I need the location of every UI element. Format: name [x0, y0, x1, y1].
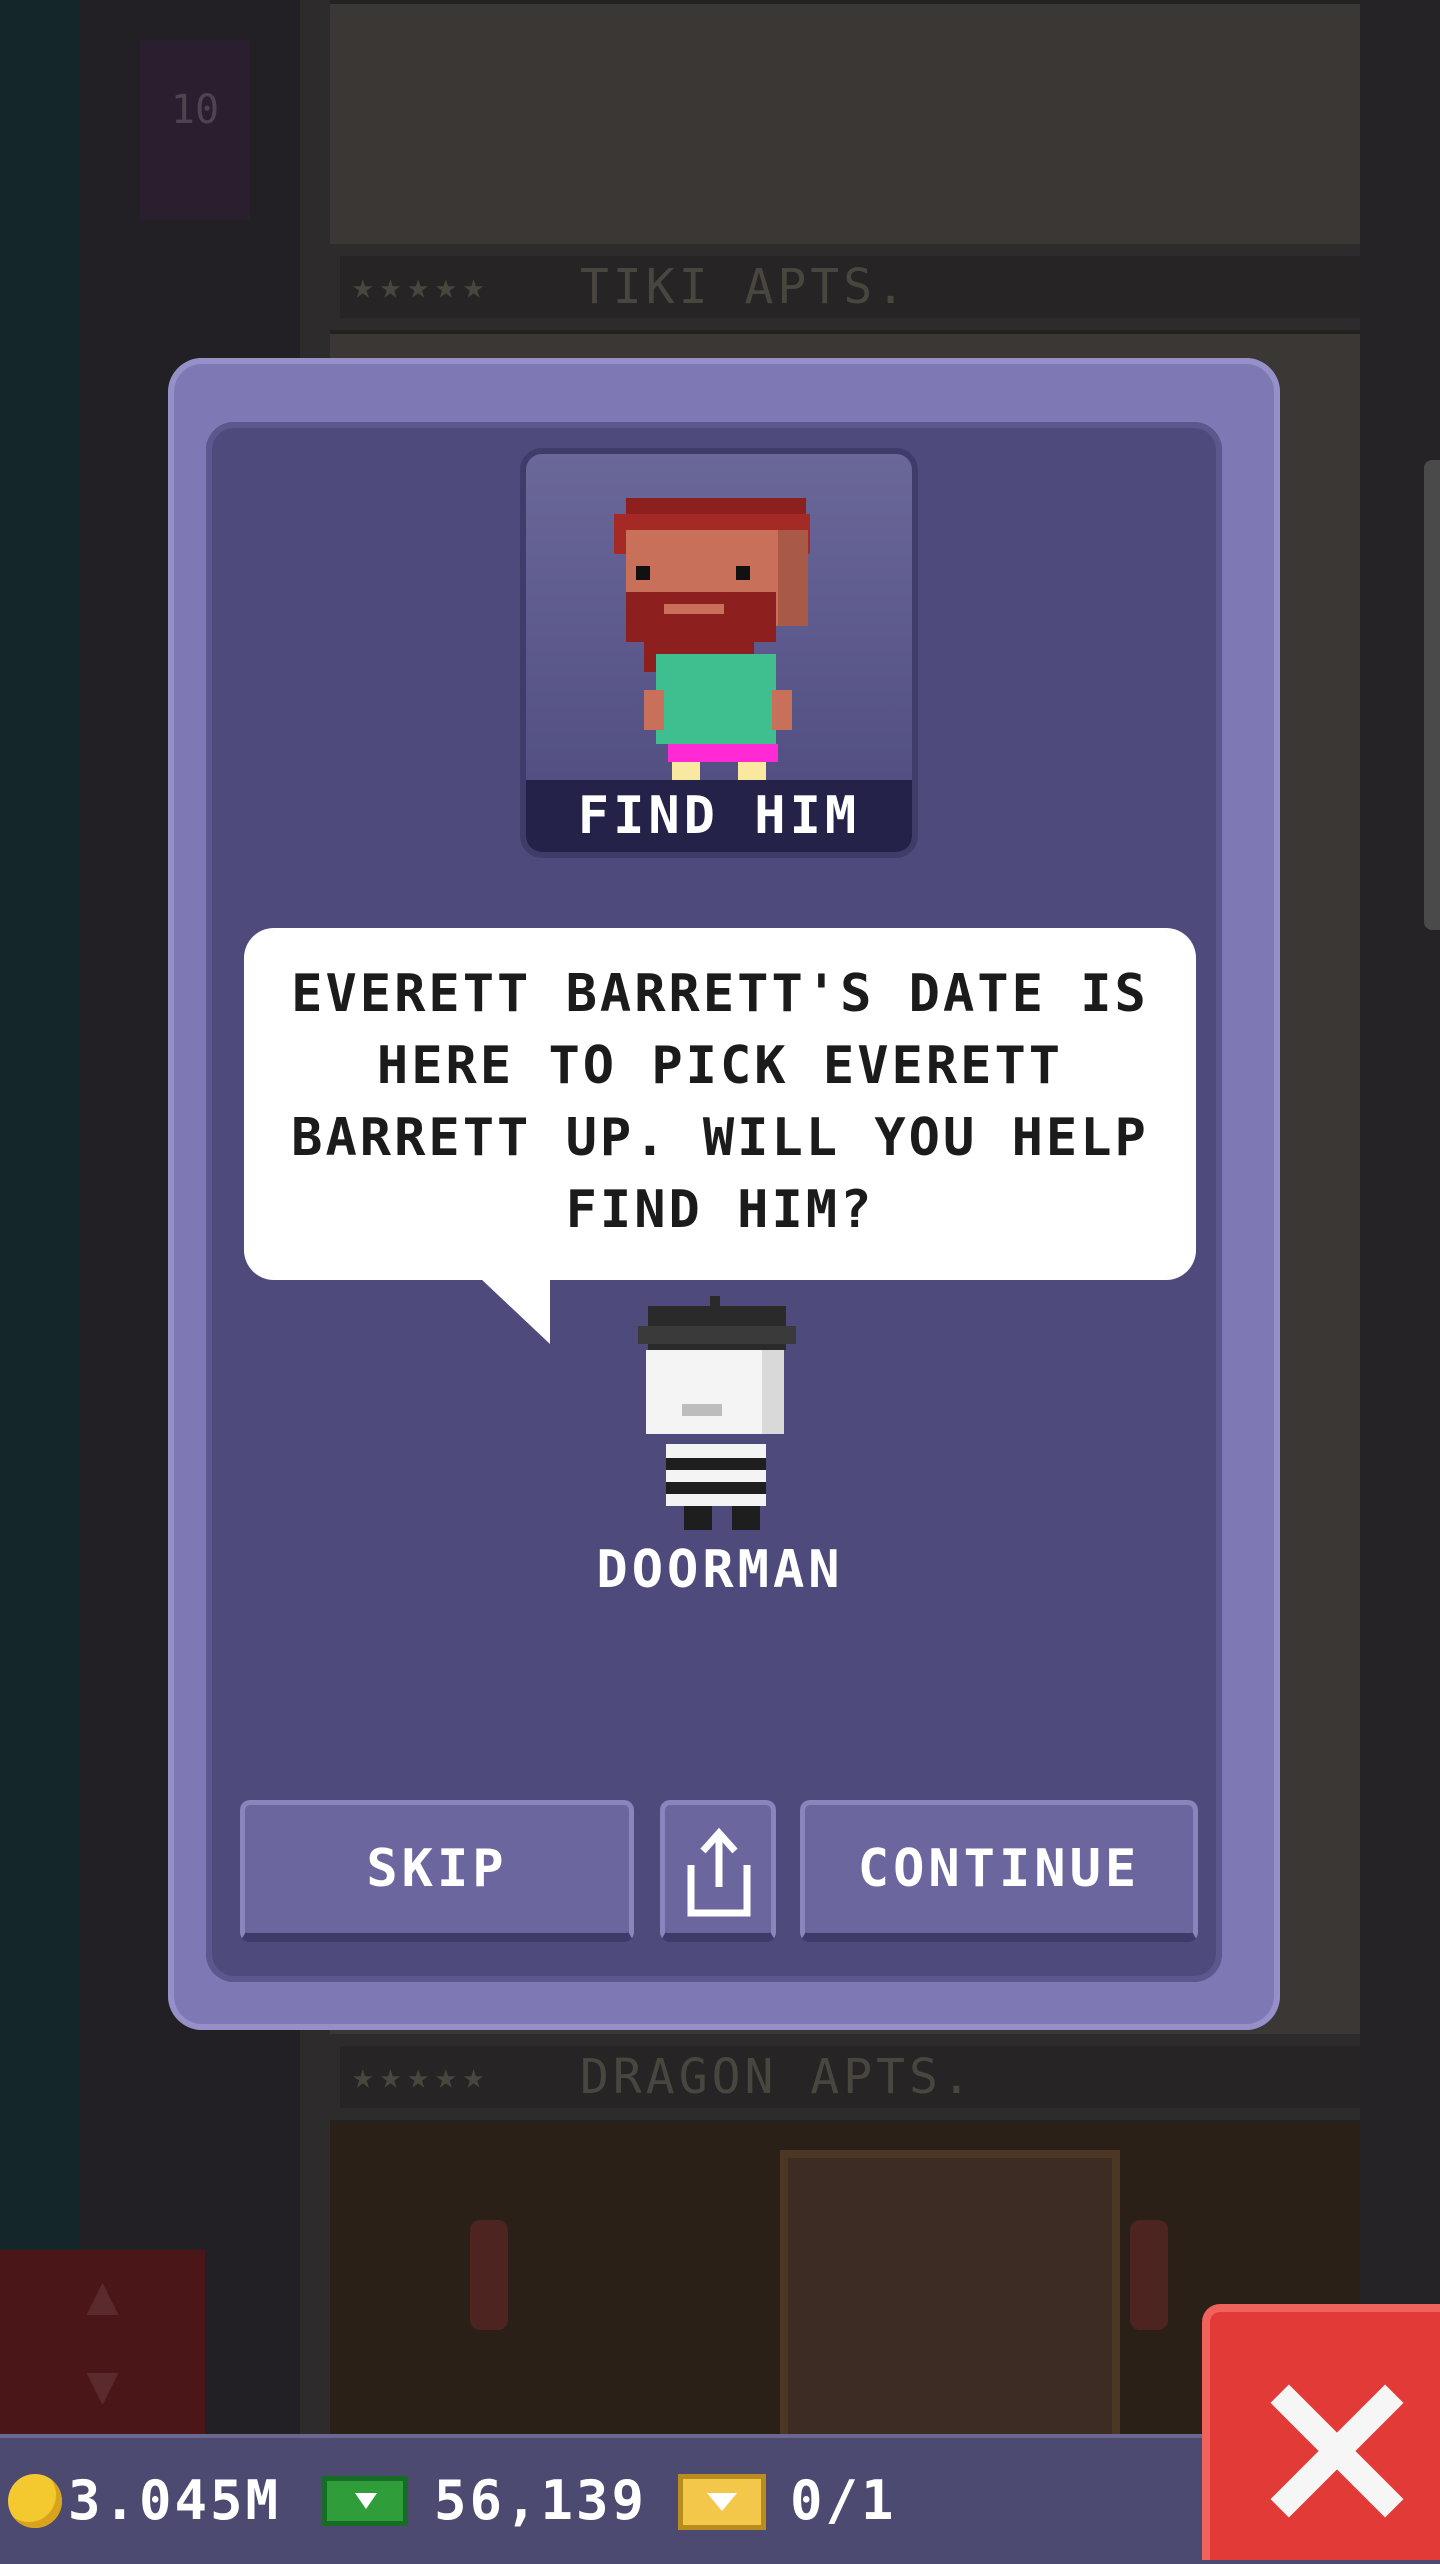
- mission-portrait-frame: FIND HIM: [520, 448, 918, 858]
- mission-title: FIND HIM: [526, 780, 912, 852]
- floor-label-dragon: ★★★★★ DRAGON APTS.: [340, 2046, 1360, 2108]
- speech-message: EVERETT BARRETT'S DATE IS HERE TO PICK E…: [291, 964, 1149, 1240]
- floor-stars: ★★★★★: [352, 2056, 491, 2097]
- floor-name: DRAGON APTS.: [580, 2049, 975, 2105]
- lantern: [470, 2220, 508, 2330]
- coin-icon: [8, 2474, 62, 2528]
- continue-button[interactable]: CONTINUE: [800, 1800, 1198, 1942]
- tickets-value: 0/1: [790, 2469, 897, 2532]
- close-button[interactable]: [1202, 2304, 1440, 2560]
- elevator-arrows-icon[interactable]: ▲ ▼: [0, 2250, 205, 2440]
- share-icon: [687, 1827, 751, 1917]
- tower-edge: [1360, 0, 1440, 2560]
- speaker-name: DOORMAN: [596, 1540, 844, 1600]
- bux-icon: [322, 2476, 408, 2526]
- floor-stars: ★★★★★: [352, 266, 491, 307]
- speech-bubble-tail: [480, 1278, 550, 1344]
- doorman-avatar: [638, 1296, 796, 1530]
- lantern: [1130, 2220, 1168, 2330]
- elevator-shaft: [0, 0, 80, 2560]
- speech-bubble: EVERETT BARRETT'S DATE IS HERE TO PICK E…: [244, 928, 1196, 1280]
- skip-button[interactable]: SKIP: [240, 1800, 634, 1942]
- coins-value: 3.045M: [68, 2469, 282, 2532]
- floor-number: 10: [140, 40, 250, 220]
- bux-value: 56,139: [434, 2469, 648, 2532]
- dragon-sign: [780, 2150, 1120, 2450]
- side-scroll-tab[interactable]: [1424, 460, 1440, 930]
- floor-name: TIKI APTS.: [580, 259, 909, 315]
- ticket-icon: [678, 2474, 766, 2530]
- floor-room-top: [330, 0, 1360, 244]
- close-icon: [1270, 2384, 1404, 2518]
- floor-label-tiki: ★★★★★ TIKI APTS.: [340, 256, 1360, 318]
- share-button[interactable]: [660, 1800, 776, 1942]
